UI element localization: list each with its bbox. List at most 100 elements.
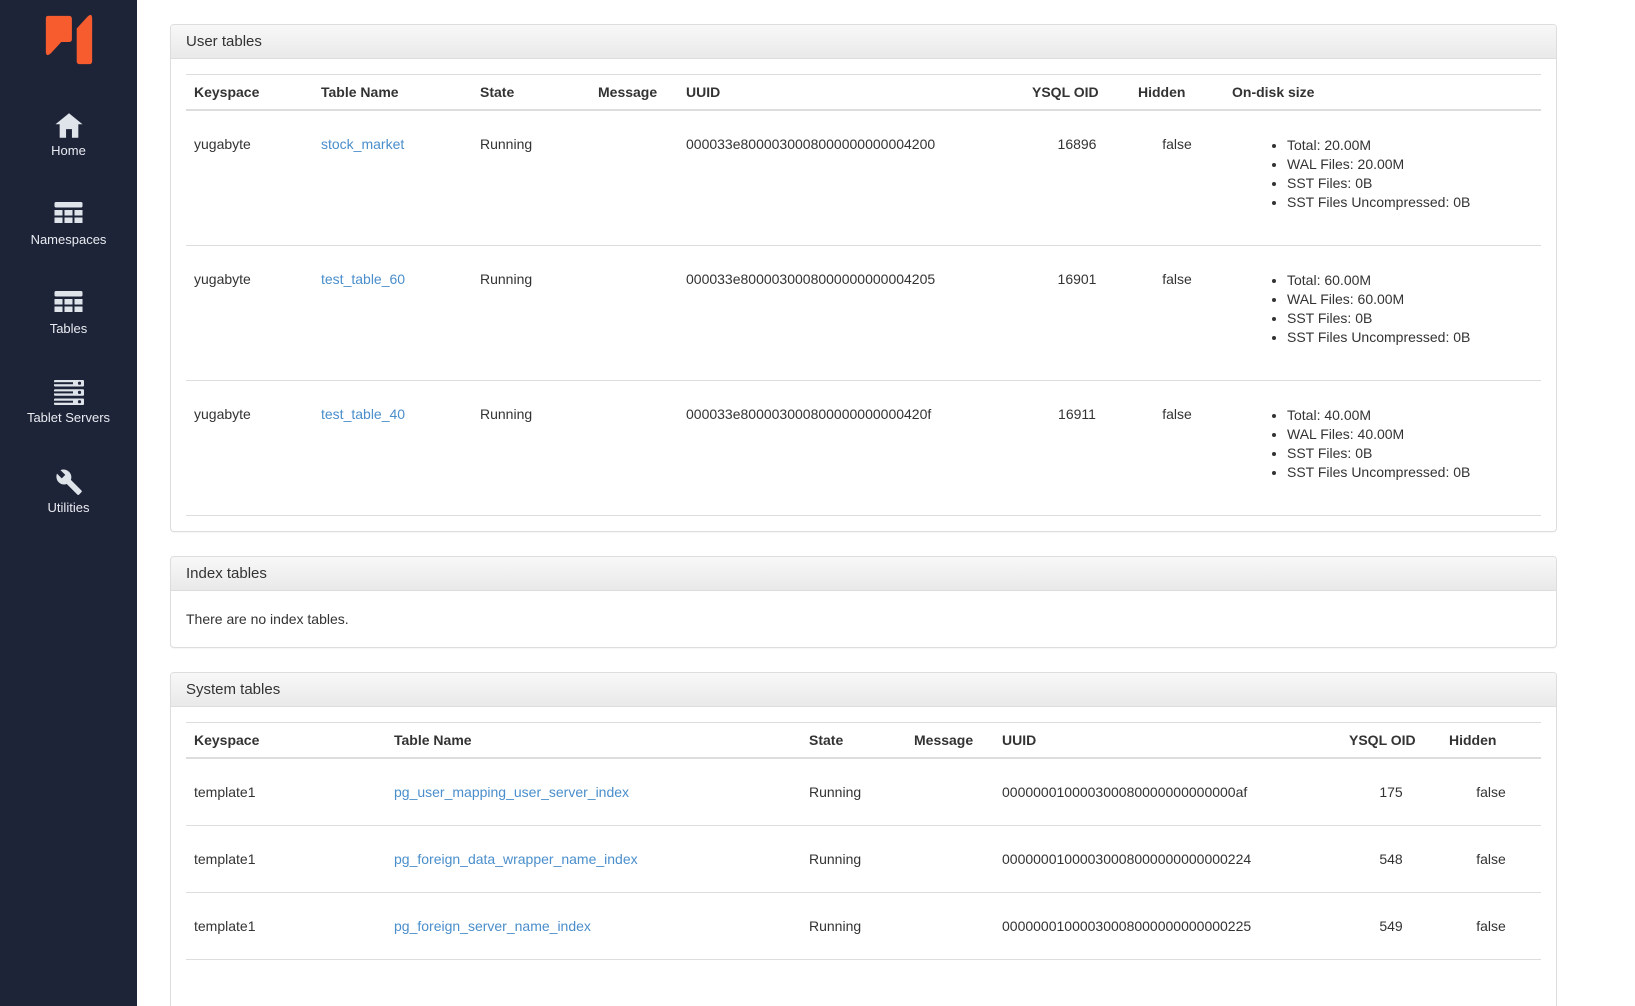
system-tables-panel-title: System tables <box>171 673 1556 707</box>
index-tables-panel-title: Index tables <box>171 557 1556 591</box>
user-tables-panel-body: KeyspaceTable NameStateMessageUUIDYSQL O… <box>171 59 1556 531</box>
table-name-link[interactable]: test_table_40 <box>321 406 405 422</box>
system-tables-panel: System tables KeyspaceTable NameStateMes… <box>170 672 1557 1006</box>
on-disk-item: WAL Files: 60.00M <box>1287 290 1533 309</box>
sidebar-item-label: Utilities <box>48 501 90 514</box>
on-disk-item: SST Files: 0B <box>1287 309 1533 328</box>
user-tables-panel-title: User tables <box>171 25 1556 59</box>
hidden-cell: false <box>1441 758 1541 826</box>
sidebar: Home Namespaces Tables <box>0 0 137 1006</box>
state-cell: Running <box>801 826 906 893</box>
table-row: template1 pg_foreign_data_wrapper_name_i… <box>186 826 1541 893</box>
hidden-cell: false <box>1130 381 1224 516</box>
hidden-cell: false <box>1130 246 1224 381</box>
table-name-link[interactable]: test_table_60 <box>321 271 405 287</box>
on-disk-size-list: Total: 20.00MWAL Files: 20.00MSST Files:… <box>1232 136 1533 212</box>
state-cell: Running <box>472 110 590 246</box>
on-disk-item: Total: 60.00M <box>1287 271 1533 290</box>
table-name-link[interactable]: pg_foreign_server_name_index <box>394 918 591 934</box>
table-name-cell: pg_foreign_server_name_index <box>386 893 801 960</box>
table-row: yugabyte stock_market Running 000033e800… <box>186 110 1541 246</box>
on-disk-size-list: Total: 60.00MWAL Files: 60.00MSST Files:… <box>1232 271 1533 347</box>
system-tables-table: KeyspaceTable NameStateMessageUUIDYSQL O… <box>186 722 1541 960</box>
sidebar-item-namespaces[interactable]: Namespaces <box>31 201 107 246</box>
on-disk-item: WAL Files: 40.00M <box>1287 425 1533 444</box>
column-header: On-disk size <box>1224 75 1541 111</box>
table-name-link[interactable]: stock_market <box>321 136 404 152</box>
on-disk-item: Total: 40.00M <box>1287 406 1533 425</box>
ysql-oid-cell: 548 <box>1341 826 1441 893</box>
table-row: yugabyte test_table_60 Running 000033e80… <box>186 246 1541 381</box>
table-name-link[interactable]: pg_foreign_data_wrapper_name_index <box>394 851 638 867</box>
on-disk-size-cell: Total: 60.00MWAL Files: 60.00MSST Files:… <box>1224 246 1541 381</box>
column-header: State <box>472 75 590 111</box>
message-cell <box>590 110 678 246</box>
ysql-oid-cell: 16896 <box>1024 110 1130 246</box>
column-header: Keyspace <box>186 75 313 111</box>
sidebar-item-label: Home <box>51 144 86 157</box>
on-disk-item: WAL Files: 20.00M <box>1287 155 1533 174</box>
yugabyte-logo[interactable] <box>42 14 96 68</box>
table-name-cell: test_table_40 <box>313 381 472 516</box>
on-disk-item: SST Files Uncompressed: 0B <box>1287 328 1533 347</box>
table-row: template1 pg_foreign_server_name_index R… <box>186 893 1541 960</box>
keyspace-cell: yugabyte <box>186 381 313 516</box>
sidebar-item-label: Tables <box>50 322 88 335</box>
hidden-cell: false <box>1130 110 1224 246</box>
header-row: KeyspaceTable NameStateMessageUUIDYSQL O… <box>186 723 1541 759</box>
on-disk-item: SST Files: 0B <box>1287 444 1533 463</box>
column-header: Message <box>590 75 678 111</box>
servers-icon <box>53 379 85 406</box>
table-name-cell: pg_foreign_data_wrapper_name_index <box>386 826 801 893</box>
wrench-icon <box>55 468 83 496</box>
hidden-cell: false <box>1441 826 1541 893</box>
message-cell <box>906 758 994 826</box>
table-name-cell: pg_user_mapping_user_server_index <box>386 758 801 826</box>
user-tables-header: KeyspaceTable NameStateMessageUUIDYSQL O… <box>186 75 1541 111</box>
table-grid-icon <box>53 290 84 317</box>
table-name-link[interactable]: pg_user_mapping_user_server_index <box>394 784 629 800</box>
table-row: template1 pg_user_mapping_user_server_in… <box>186 758 1541 826</box>
column-header: Hidden <box>1130 75 1224 111</box>
keyspace-cell: yugabyte <box>186 246 313 381</box>
sidebar-item-label: Tablet Servers <box>27 411 110 424</box>
column-header: Message <box>906 723 994 759</box>
on-disk-size-cell: Total: 20.00MWAL Files: 20.00MSST Files:… <box>1224 110 1541 246</box>
uuid-cell: 000033e8000030008000000000004205 <box>678 246 1024 381</box>
sidebar-item-tablet-servers[interactable]: Tablet Servers <box>27 379 110 424</box>
on-disk-size-cell: Total: 40.00MWAL Files: 40.00MSST Files:… <box>1224 381 1541 516</box>
home-icon <box>54 112 84 139</box>
on-disk-item: SST Files Uncompressed: 0B <box>1287 193 1533 212</box>
column-header: State <box>801 723 906 759</box>
column-header: YSQL OID <box>1024 75 1130 111</box>
header-row: KeyspaceTable NameStateMessageUUIDYSQL O… <box>186 75 1541 111</box>
table-row: yugabyte test_table_40 Running 000033e80… <box>186 381 1541 516</box>
keyspace-cell: template1 <box>186 893 386 960</box>
state-cell: Running <box>472 381 590 516</box>
uuid-cell: 00000001000030008000000000000224 <box>994 826 1341 893</box>
uuid-cell: 000033e800003000800000000000420f <box>678 381 1024 516</box>
keyspace-cell: template1 <box>186 826 386 893</box>
app-root: Home Namespaces Tables <box>0 0 1635 1006</box>
index-tables-empty-message: There are no index tables. <box>186 599 1541 639</box>
ysql-oid-cell: 549 <box>1341 893 1441 960</box>
sidebar-item-utilities[interactable]: Utilities <box>48 468 90 514</box>
on-disk-size-list: Total: 40.00MWAL Files: 40.00MSST Files:… <box>1232 406 1533 482</box>
column-header: Hidden <box>1441 723 1541 759</box>
sidebar-item-tables[interactable]: Tables <box>50 290 88 335</box>
sidebar-item-label: Namespaces <box>31 233 107 246</box>
column-header: Table Name <box>386 723 801 759</box>
column-header: Table Name <box>313 75 472 111</box>
ysql-oid-cell: 16911 <box>1024 381 1130 516</box>
keyspace-cell: template1 <box>186 758 386 826</box>
message-cell <box>906 826 994 893</box>
index-tables-panel-body: There are no index tables. <box>171 591 1556 647</box>
user-tables-table: KeyspaceTable NameStateMessageUUIDYSQL O… <box>186 74 1541 516</box>
user-tables-panel: User tables KeyspaceTable NameStateMessa… <box>170 24 1557 532</box>
index-tables-panel: Index tables There are no index tables. <box>170 556 1557 648</box>
sidebar-item-home[interactable]: Home <box>51 112 86 157</box>
state-cell: Running <box>472 246 590 381</box>
on-disk-item: SST Files: 0B <box>1287 174 1533 193</box>
keyspace-cell: yugabyte <box>186 110 313 246</box>
state-cell: Running <box>801 758 906 826</box>
